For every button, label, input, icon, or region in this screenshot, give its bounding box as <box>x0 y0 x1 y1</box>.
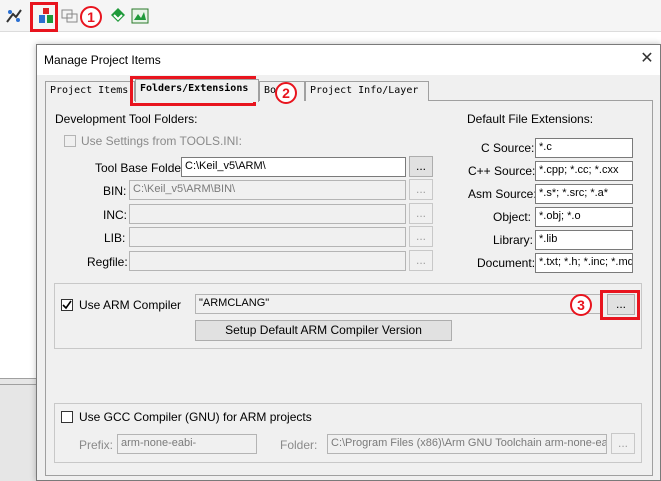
dev-tool-folders-heading: Development Tool Folders: <box>55 112 198 126</box>
document-input[interactable]: *.txt; *.h; *.inc; *.md <box>535 253 633 273</box>
cpp-source-input[interactable]: *.cpp; *.cc; *.cxx <box>535 161 633 181</box>
use-gcc-compiler-label: Use GCC Compiler (GNU) for ARM projects <box>79 410 312 424</box>
select-packs-icon[interactable] <box>60 6 80 26</box>
tool-base-browse-button[interactable]: ... <box>409 156 433 177</box>
tab-folders-extensions[interactable]: Folders/Extensions <box>135 79 259 102</box>
wizard-icon[interactable] <box>4 6 24 26</box>
gcc-folder-input[interactable]: C:\Program Files (x86)\Arm GNU Toolchain… <box>327 434 607 454</box>
background-panel <box>0 378 38 481</box>
gcc-prefix-input[interactable]: arm-none-eabi- <box>117 434 257 454</box>
dialog-title: Manage Project Items <box>44 53 161 67</box>
asm-source-input[interactable]: *.s*; *.src; *.a* <box>535 184 633 204</box>
tab-project-items[interactable]: Project Items <box>45 81 135 101</box>
cpp-source-label: C++ Source: <box>468 164 536 178</box>
gcc-prefix-label: Prefix: <box>79 438 114 452</box>
library-label: Library: <box>493 233 534 247</box>
gcc-folder-label: Folder: <box>280 438 318 452</box>
step-badge-1: 1 <box>80 6 102 28</box>
inc-label: INC: <box>103 208 127 222</box>
document-label: Document: <box>477 256 536 270</box>
use-settings-checkbox[interactable] <box>64 135 76 147</box>
tab-project-info-layer[interactable]: Project Info/Layer <box>305 81 429 101</box>
inc-input[interactable] <box>129 204 406 224</box>
c-source-label: C Source: <box>481 141 535 155</box>
bin-input[interactable]: C:\Keil_v5\ARM\BIN\ <box>129 180 406 200</box>
background-window <box>0 32 38 481</box>
dialog-titlebar: Manage Project Items ✕ <box>37 45 660 75</box>
highlight-box-1 <box>30 2 58 32</box>
use-gcc-compiler-checkbox[interactable] <box>61 411 73 423</box>
step-badge-2: 2 <box>275 82 297 104</box>
manage-run-time-environment-icon[interactable] <box>130 6 150 26</box>
bin-label: BIN: <box>103 184 127 198</box>
close-icon[interactable]: ✕ <box>637 50 657 70</box>
lib-input[interactable] <box>129 227 406 247</box>
default-extensions-heading: Default File Extensions: <box>467 112 594 126</box>
use-arm-compiler-label: Use ARM Compiler <box>79 298 182 312</box>
pack-installer-icon[interactable] <box>108 6 128 26</box>
use-arm-compiler-checkbox[interactable] <box>61 299 73 311</box>
arm-compiler-version-field[interactable]: "ARMCLANG" <box>195 294 601 314</box>
gcc-folder-browse-button[interactable]: ... <box>611 433 635 454</box>
regfile-label: Regfile: <box>87 255 128 269</box>
setup-default-arm-compiler-button[interactable]: Setup Default ARM Compiler Version <box>195 320 452 341</box>
step-badge-3: 3 <box>570 294 592 316</box>
library-input[interactable]: *.lib <box>535 230 633 250</box>
regfile-browse-button[interactable]: ... <box>409 250 433 271</box>
manage-project-items-dialog: Manage Project Items ✕ Project Items Fol… <box>36 44 661 481</box>
object-label: Object: <box>493 210 532 224</box>
background-divider <box>0 384 38 385</box>
lib-browse-button[interactable]: ... <box>409 226 433 247</box>
tool-base-label: Tool Base Folder: <box>95 161 189 175</box>
lib-label: LIB: <box>104 231 126 245</box>
bin-browse-button[interactable]: ... <box>409 179 433 200</box>
object-input[interactable]: *.obj; *.o <box>535 207 633 227</box>
use-settings-label: Use Settings from TOOLS.INI: <box>81 134 242 148</box>
inc-browse-button[interactable]: ... <box>409 203 433 224</box>
regfile-input[interactable] <box>129 251 406 271</box>
asm-source-label: Asm Source: <box>468 187 537 201</box>
highlight-box-3 <box>600 290 640 320</box>
tool-base-input[interactable]: C:\Keil_v5\ARM\ <box>181 157 406 177</box>
c-source-input[interactable]: *.c <box>535 138 633 158</box>
